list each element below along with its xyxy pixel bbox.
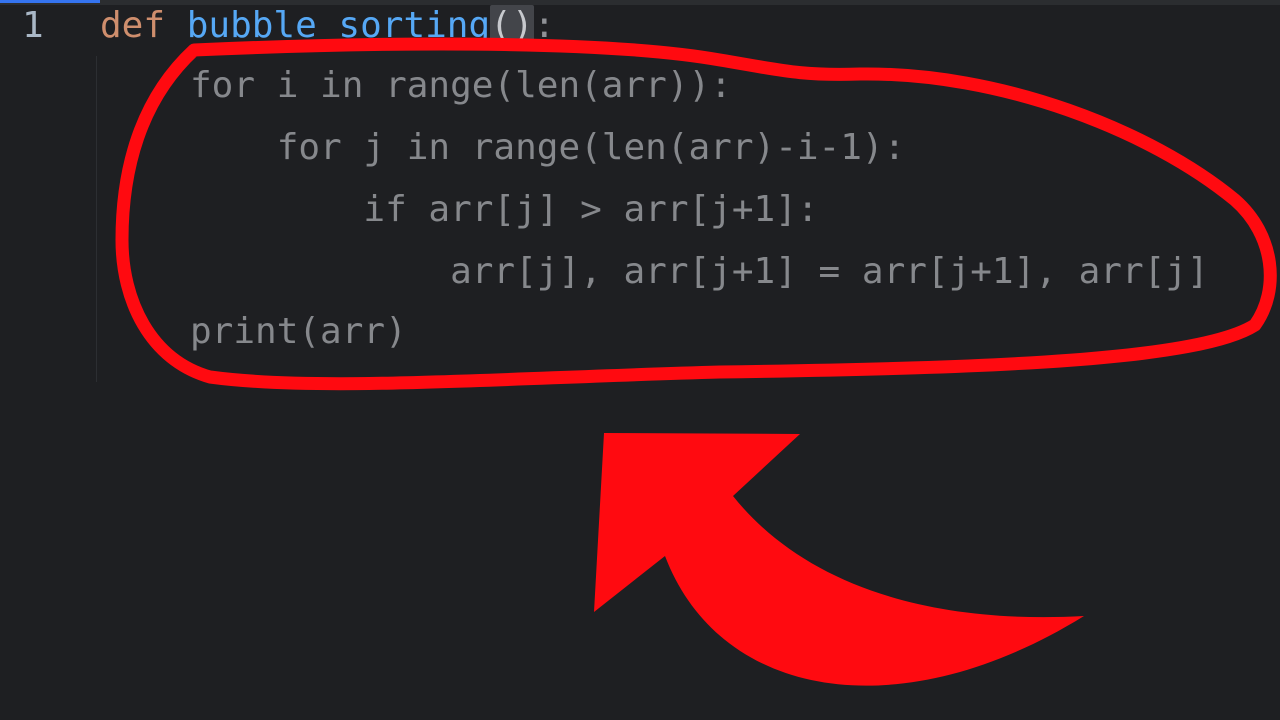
hand-drawn-circle xyxy=(115,37,1277,391)
curved-arrow-icon xyxy=(594,433,1084,686)
annotation-overlay xyxy=(115,37,1277,686)
code-editor: 1 def bubble_sorting(): for i in range(l… xyxy=(0,0,1280,720)
